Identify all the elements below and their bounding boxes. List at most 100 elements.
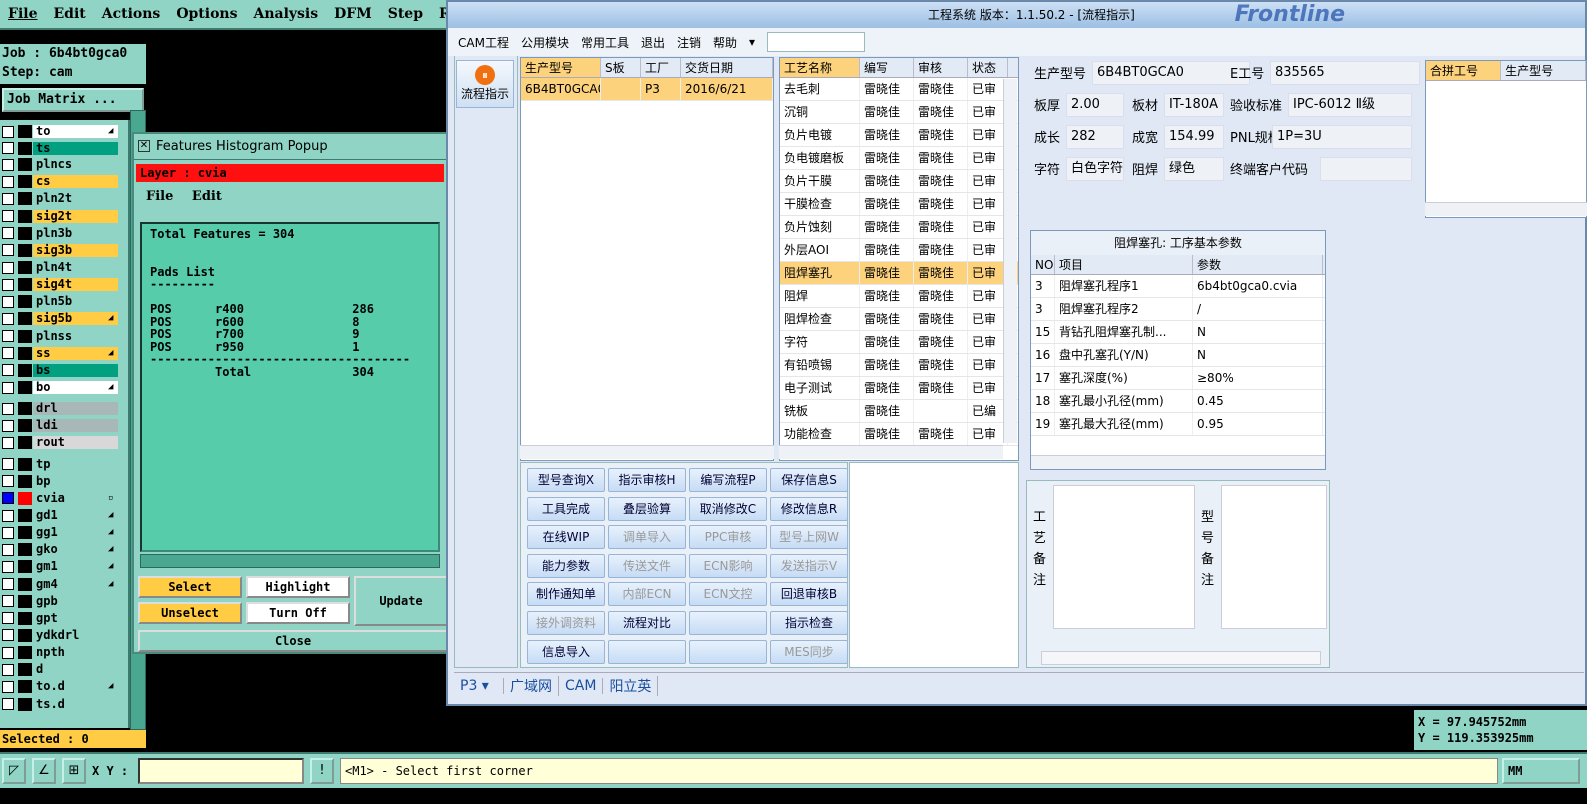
process-col-header[interactable]: 工艺名称 (780, 58, 860, 77)
layer-checkbox[interactable] (2, 680, 14, 693)
process-row[interactable]: 阻焊塞孔 雷晓佳 雷晓佳 已审 (780, 262, 1018, 285)
action-button[interactable]: 取消修改C (689, 496, 767, 521)
layer-row[interactable]: gpt (2, 611, 118, 626)
process-remark-input[interactable] (1053, 485, 1195, 629)
process-row[interactable]: 外层AOI 雷晓佳 雷晓佳 已审 (780, 239, 1018, 262)
jobs-hscroll[interactable] (520, 445, 774, 459)
layer-row[interactable]: drl (2, 401, 118, 416)
layer-row[interactable]: pln4t (2, 260, 118, 275)
layer-row[interactable]: cs (2, 174, 118, 189)
layer-checkbox[interactable] (2, 560, 14, 573)
merge-hscroll[interactable] (1425, 202, 1587, 216)
process-col-header[interactable]: 编写 (860, 58, 914, 77)
jobs-row[interactable]: 6B4BT0GCA0 P3 2016/6/21 (521, 78, 773, 101)
layer-row[interactable]: to.d ◢ (2, 679, 118, 694)
action-button[interactable]: 发送指示V (770, 553, 848, 578)
layer-checkbox[interactable] (2, 629, 14, 642)
info-field-char[interactable]: 白色字符 (1066, 157, 1124, 181)
snap-icon[interactable]: ◸ (2, 758, 26, 784)
process-col-header[interactable]: 状态 (968, 58, 1008, 77)
action-button[interactable]: 内部ECN (608, 582, 686, 607)
params-hscroll[interactable] (1031, 455, 1325, 469)
menu-edit[interactable]: Edit (45, 6, 93, 22)
jobs-col-header[interactable]: 工厂 (641, 58, 681, 77)
cam-menu-item[interactable]: 常用工具 (581, 34, 629, 51)
process-row[interactable]: 功能检查 雷晓佳 雷晓佳 已审 (780, 423, 1018, 446)
turn-off-button[interactable]: Turn Off (246, 602, 350, 624)
info-field-cust[interactable] (1320, 157, 1412, 181)
action-button[interactable]: 修改信息R (770, 496, 848, 521)
layer-row[interactable]: cvia ▫ (2, 491, 118, 506)
merge-col-header[interactable]: 生产型号 (1501, 61, 1586, 80)
action-button[interactable]: 信息导入 (527, 639, 605, 664)
layer-row[interactable]: ydkdrl (2, 628, 118, 643)
layer-row[interactable]: gg1 ◢ (2, 525, 118, 540)
info-field-e[interactable]: 835565 (1270, 61, 1420, 85)
action-button[interactable]: 工具完成 (527, 496, 605, 521)
action-button[interactable]: PPC审核 (689, 525, 767, 550)
menu-step[interactable]: Step (380, 6, 431, 22)
params-row[interactable]: 19 塞孔最大孔径(mm) 0.95 (1031, 413, 1325, 436)
info-field-len[interactable]: 282 (1066, 125, 1124, 149)
layer-checkbox[interactable] (2, 458, 14, 471)
layer-row[interactable]: tp (2, 457, 118, 472)
layer-row[interactable]: d (2, 662, 118, 677)
layer-checkbox[interactable] (2, 175, 14, 188)
action-button[interactable] (608, 639, 686, 664)
layer-row[interactable]: npth (2, 645, 118, 660)
cam-menu-dropdown[interactable] (767, 32, 866, 52)
action-button[interactable]: 回退审核B (770, 582, 848, 607)
close-button[interactable]: Close (138, 630, 448, 652)
layer-row[interactable]: pln5b (2, 294, 118, 309)
jobs-col-header[interactable]: 交货日期 (681, 58, 773, 77)
info-field-thick[interactable]: 2.00 (1066, 93, 1124, 117)
layer-row[interactable]: sig3b (2, 243, 118, 258)
layer-checkbox[interactable] (2, 663, 14, 676)
info-field-prod[interactable]: 6B4BT0GCA0 (1092, 61, 1250, 85)
layer-row[interactable]: plncs (2, 157, 118, 172)
cam-menu-item[interactable]: 注销 (677, 34, 701, 51)
jobs-col-header[interactable]: S板 (601, 58, 641, 77)
process-col-header[interactable]: 审核 (914, 58, 968, 77)
menu-file[interactable]: File (146, 189, 173, 204)
action-button[interactable]: ECN影响 (689, 553, 767, 578)
cam-menu-item[interactable]: CAM工程 (458, 34, 509, 51)
job-matrix-button[interactable]: Job Matrix ... (2, 88, 144, 112)
info-field-pnl[interactable]: 1P=3U (1272, 125, 1412, 149)
layer-row[interactable]: bs (2, 363, 118, 378)
layer-row[interactable]: gpb (2, 594, 118, 609)
layer-checkbox[interactable] (2, 419, 14, 432)
action-button[interactable]: ECN文控 (689, 582, 767, 607)
layer-checkbox[interactable] (2, 436, 14, 449)
layer-checkbox[interactable] (2, 158, 14, 171)
layer-row[interactable]: gm4 ◢ (2, 577, 118, 592)
action-button[interactable]: 叠层验算 (608, 496, 686, 521)
menu-dfm[interactable]: DFM (326, 6, 380, 22)
process-row[interactable]: 铣板 雷晓佳 已编 (780, 400, 1018, 423)
cam-menu-item[interactable]: 公用模块 (521, 34, 569, 51)
menu-analysis[interactable]: Analysis (245, 6, 326, 22)
merge-col-header[interactable]: 合拼工号 (1426, 61, 1502, 80)
info-field-wid[interactable]: 154.99 (1164, 125, 1224, 149)
grid-icon[interactable]: ⊞ (62, 758, 86, 784)
layer-checkbox[interactable] (2, 227, 14, 240)
process-row[interactable]: 阻焊检查 雷晓佳 雷晓佳 已审 (780, 308, 1018, 331)
process-row[interactable]: 负片干膜 雷晓佳 雷晓佳 已审 (780, 170, 1018, 193)
unselect-button[interactable]: Unselect (138, 602, 242, 624)
cam-menu-item[interactable]: 退出 (641, 34, 665, 51)
params-col-header[interactable]: 项目 (1055, 255, 1193, 274)
layer-row[interactable]: ts (2, 141, 118, 156)
footer-item[interactable]: 阳立英 (603, 675, 659, 696)
dropdown-arrow-icon[interactable]: ▾ (749, 35, 755, 49)
info-field-std[interactable]: IPC-6012 Ⅱ级 (1288, 93, 1412, 117)
alert-icon[interactable]: ! (310, 758, 334, 784)
action-button[interactable] (689, 611, 767, 635)
layer-checkbox[interactable] (2, 402, 14, 415)
layer-checkbox[interactable] (2, 543, 14, 556)
model-remark-input[interactable] (1221, 485, 1327, 629)
process-scrollbar[interactable] (1003, 79, 1017, 443)
layer-checkbox[interactable] (2, 312, 14, 325)
process-row[interactable]: 阻焊 雷晓佳 雷晓佳 已审 (780, 285, 1018, 308)
layer-checkbox[interactable] (2, 210, 14, 223)
layer-row[interactable]: plnss (2, 329, 118, 344)
